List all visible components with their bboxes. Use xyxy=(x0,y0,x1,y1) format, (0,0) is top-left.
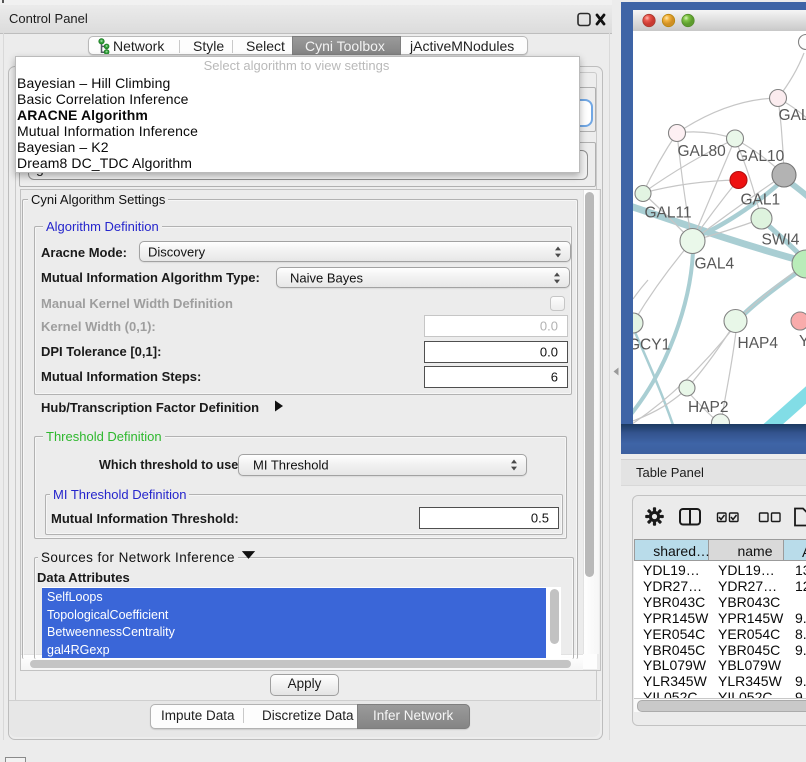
svg-text:GAL1: GAL1 xyxy=(741,192,781,209)
svg-text:Y: Y xyxy=(799,333,806,350)
svg-text:HAP4: HAP4 xyxy=(738,335,779,352)
svg-text:HAP2: HAP2 xyxy=(688,399,729,416)
svg-text:GCY1: GCY1 xyxy=(633,337,670,354)
svg-text:GAL: GAL xyxy=(779,107,806,124)
svg-text:GAL10: GAL10 xyxy=(736,148,785,165)
svg-text:GAL11: GAL11 xyxy=(645,205,692,222)
svg-text:GAL80: GAL80 xyxy=(678,143,727,160)
svg-text:SWI4: SWI4 xyxy=(762,232,800,249)
svg-text:GAL4: GAL4 xyxy=(695,256,735,273)
